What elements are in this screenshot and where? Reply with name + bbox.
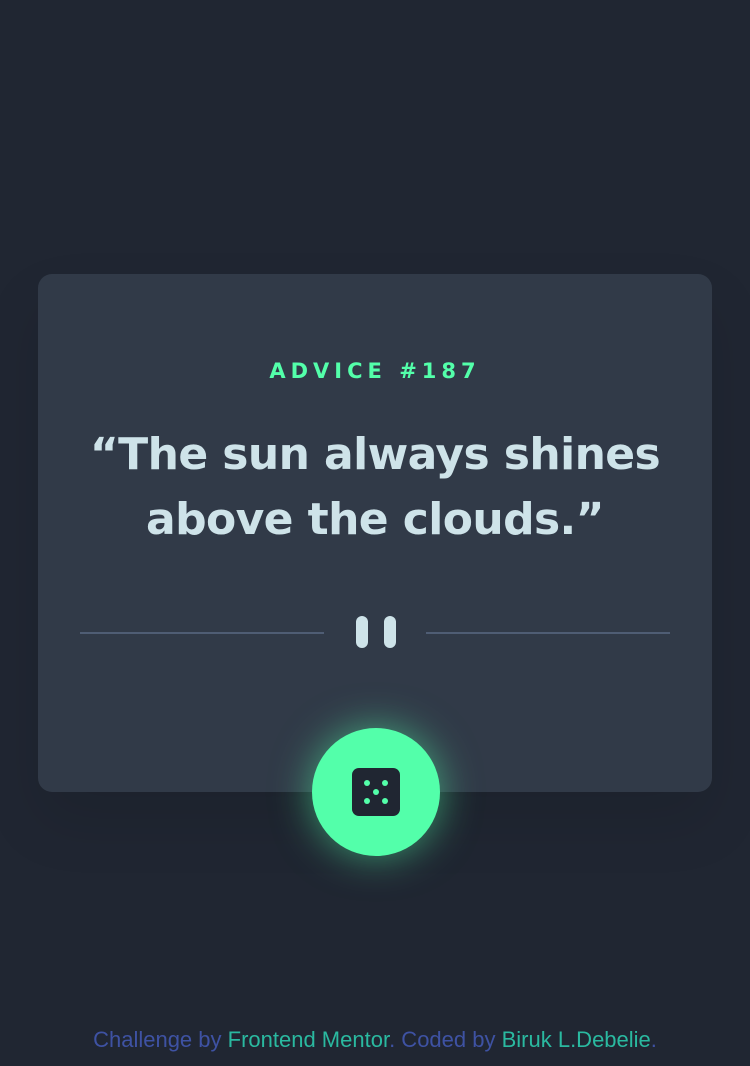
dice-pip — [364, 798, 370, 804]
attribution-footer: Challenge by Frontend Mentor. Coded by B… — [0, 1024, 750, 1056]
frontend-mentor-link[interactable]: Frontend Mentor — [228, 1027, 389, 1052]
dice-pip — [382, 798, 388, 804]
divider-line-left — [80, 632, 324, 634]
footer-prefix: Challenge by — [93, 1027, 228, 1052]
dice-pip — [364, 780, 370, 786]
dice-pip — [373, 789, 379, 795]
divider-line-right — [426, 632, 670, 634]
footer-suffix: . — [650, 1027, 657, 1052]
dice-pip — [382, 780, 388, 786]
advice-quote: “The sun always shines above the clouds.… — [89, 429, 661, 545]
dice-icon — [352, 768, 400, 816]
new-advice-button[interactable] — [312, 728, 440, 856]
footer-middle: . Coded by — [389, 1027, 502, 1052]
pause-icon-bar-right — [384, 616, 396, 648]
author-link[interactable]: Biruk L.Debelie — [502, 1027, 651, 1052]
advice-heading: ADVICE #187 — [269, 359, 481, 383]
pause-icon-bar-left — [356, 616, 368, 648]
